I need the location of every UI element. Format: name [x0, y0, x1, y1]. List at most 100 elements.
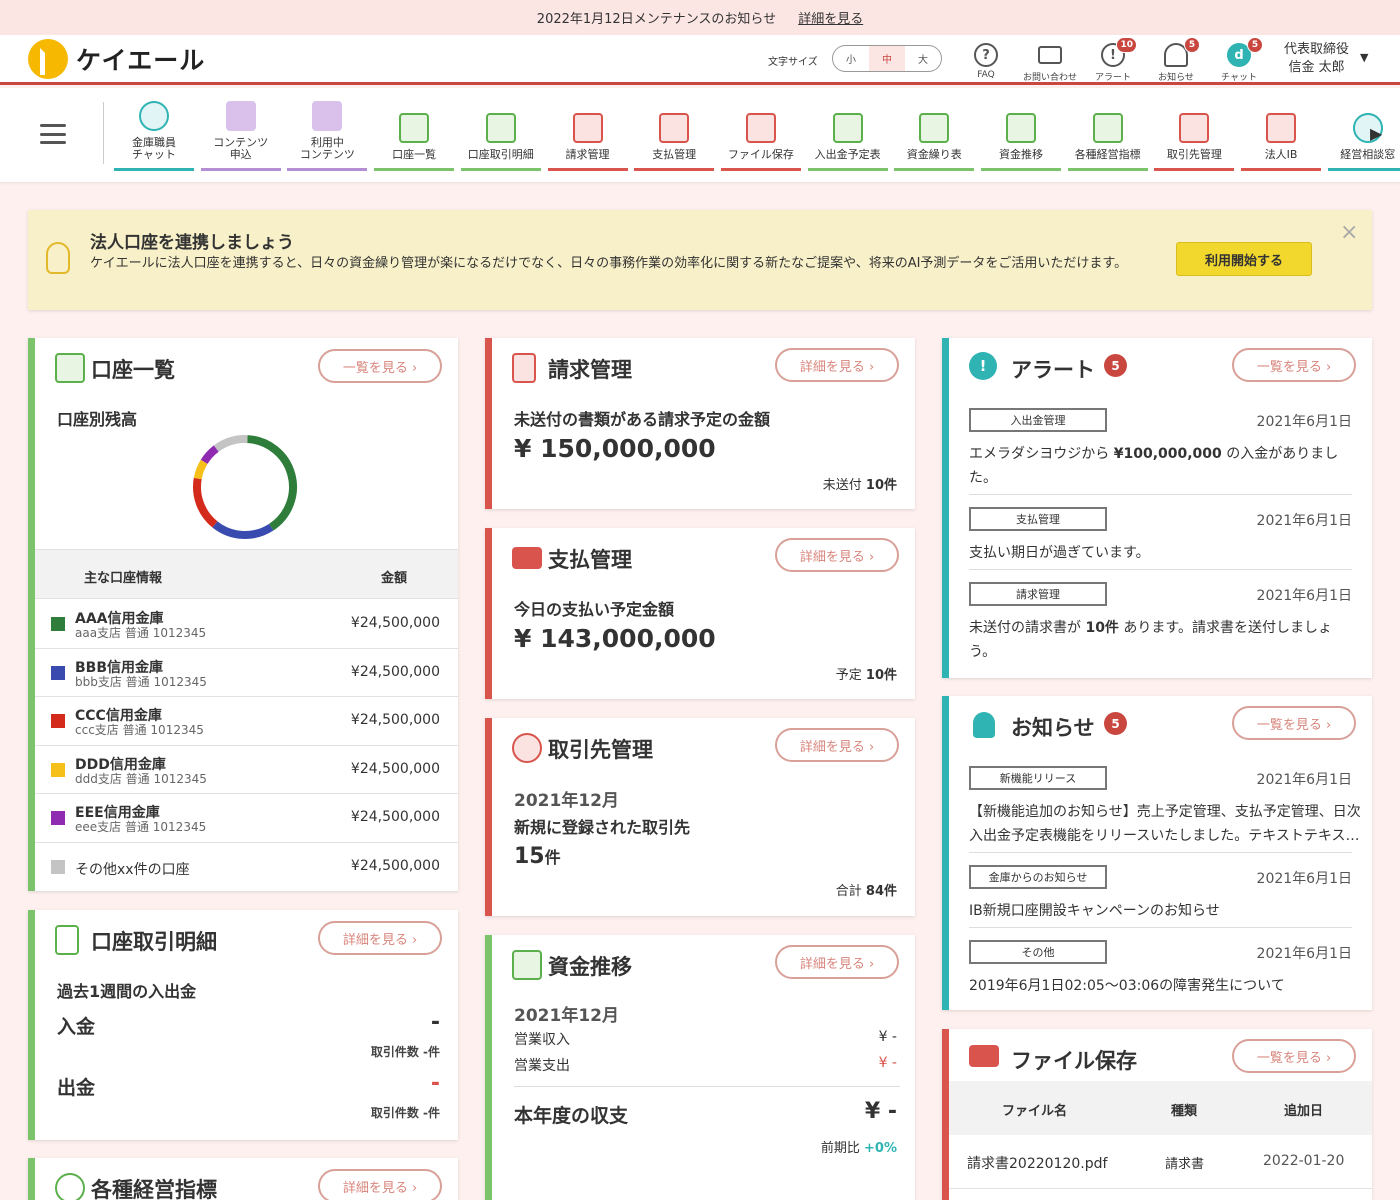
toolbar-item-12[interactable]: 取引先管理 [1154, 95, 1235, 171]
user-menu[interactable]: 代表取締役 信金 太郎 [1284, 41, 1349, 77]
toolbar-item-icon [399, 113, 430, 143]
news-tag: 新機能リリース [969, 766, 1107, 790]
legend-swatch [51, 762, 65, 777]
partners-card: 取引先管理 詳細を見る › 2021年12月 新規に登録された取引先 15件 合… [485, 718, 915, 916]
statement-subtitle: 過去1週間の入出金 [57, 982, 197, 1001]
chat-button[interactable]: d5 チャット [1213, 37, 1265, 83]
alert-message[interactable]: 支払い期日が過ぎています。 [969, 542, 1150, 562]
payment-detail-button[interactable]: 詳細を見る › [775, 538, 899, 572]
deposit-label: 入金 [57, 1016, 96, 1038]
font-size-medium[interactable]: 中 [869, 46, 905, 71]
toolbar-item-10[interactable]: 資金推移 [981, 95, 1061, 171]
logo-text: ケイエール [76, 46, 206, 75]
account-sub: ddd支店 普通 1012345 [75, 771, 207, 786]
legend-swatch [51, 714, 65, 729]
alert-date: 2021年6月1日 [1256, 588, 1352, 604]
toolbar-item-3[interactable]: 口座一覧 [374, 95, 455, 171]
start-button[interactable]: 利用開始する [1176, 242, 1312, 276]
donut-slice-4 [200, 445, 219, 465]
toolbar-item-icon [312, 101, 343, 131]
billing-card: 請求管理 詳細を見る › 未送付の書類がある請求予定の金額 ¥ 150,000,… [485, 338, 915, 509]
news-list-button[interactable]: 一覧を見る › [1232, 706, 1356, 740]
accounts-table-header: 主な口座情報 金額 [35, 549, 458, 599]
alert-message[interactable]: 未送付の請求書が 10件 あります。請求書を送付しましょ [969, 617, 1332, 637]
partners-icon [512, 733, 542, 763]
alerts-count-badge: 5 [1104, 354, 1127, 377]
chat-icon: d5 [1227, 37, 1263, 67]
toolbar-item-label: 取引先管理 [1166, 148, 1222, 161]
alert-tag: 請求管理 [969, 582, 1107, 606]
toolbar-item-icon [572, 113, 603, 143]
notice-detail-link[interactable]: 詳細を見る [798, 8, 863, 27]
toolbar-item-0[interactable]: 金庫職員 チャット [114, 95, 194, 171]
files-list-button[interactable]: 一覧を見る › [1232, 1039, 1356, 1073]
chevron-down-icon[interactable]: ▼ [1360, 51, 1368, 64]
news-message[interactable]: 2019年6月1日02:05〜03:06の障害発生について [969, 975, 1285, 995]
chevron-right-icon[interactable]: ▶ [1370, 124, 1382, 143]
partners-detail-button[interactable]: 詳細を見る › [775, 728, 899, 762]
billing-title: 請求管理 [548, 358, 632, 382]
toolbar-item-2[interactable]: 利用中 コンテンツ [287, 95, 368, 171]
font-size-small[interactable]: 小 [833, 46, 869, 71]
toolbar-item-label: 各種経営指標 [1074, 148, 1141, 161]
toolbar-item-4[interactable]: 口座取引明細 [460, 95, 541, 171]
toolbar-item-11[interactable]: 各種経営指標 [1067, 95, 1148, 171]
account-row[interactable]: CCC信用金庫 ccc支店 普通 1012345 ¥24,500,000 [35, 697, 458, 746]
file-name[interactable]: 請求書20220120.pdf [967, 1153, 1107, 1173]
news-message[interactable]: 【新機能追加のお知らせ】売上予定管理、支払予定管理、日次 [969, 801, 1361, 821]
account-row[interactable]: DDD信用金庫 ddd支店 普通 1012345 ¥24,500,000 [35, 746, 458, 795]
toolbar-item-8[interactable]: 入出金予定表 [807, 95, 888, 171]
account-sub: bbb支店 普通 1012345 [75, 674, 207, 689]
alert-date: 2021年6月1日 [1256, 513, 1352, 529]
safe-icon [55, 353, 85, 383]
contact-button[interactable]: お問い合わせ [1020, 41, 1080, 83]
file-row[interactable]: 請求書20220120.pdf 請求書 2022-01-20 [949, 1135, 1372, 1189]
toolbar-item-5[interactable]: 請求管理 [547, 95, 628, 171]
toolbar-item-1[interactable]: コンテンツ 申込 [200, 95, 281, 171]
toolbar-item-9[interactable]: 資金繰り表 [894, 95, 975, 171]
faq-button[interactable]: ? FAQ [960, 41, 1012, 80]
toolbar: 金庫職員 チャット コンテンツ 申込 利用中 コンテンツ 口座一覧 口座取引明細 請求管理… [0, 88, 1400, 182]
folder-icon [969, 1045, 999, 1067]
toolbar-item-label: 資金繰り表 [906, 148, 962, 161]
question-icon: ? [974, 43, 998, 67]
toolbar-item-6[interactable]: 支払管理 [634, 95, 715, 171]
account-row[interactable]: その他xx件の口座 ¥24,500,000 [35, 843, 458, 892]
toolbar-item-7[interactable]: ファイル保存 [720, 95, 801, 171]
indicators-detail-button[interactable]: 詳細を見る › [318, 1169, 442, 1200]
toolbar-item-13[interactable]: 法人IB [1241, 95, 1322, 171]
file-type: 請求書 [1165, 1157, 1205, 1172]
toolbar-item-icon [1006, 113, 1036, 143]
account-sub: ccc支店 普通 1012345 [75, 723, 204, 738]
menu-icon[interactable] [40, 124, 66, 144]
funds-detail-button[interactable]: 詳細を見る › [775, 945, 899, 979]
close-icon[interactable]: × [1340, 220, 1358, 245]
accounts-list-button[interactable]: 一覧を見る › [318, 349, 442, 383]
news-button[interactable]: 5 お知らせ [1150, 37, 1202, 83]
account-row[interactable]: EEE信用金庫 eee支店 普通 1012345 ¥24,500,000 [35, 794, 458, 843]
payment-footer: 予定 10件 [836, 664, 897, 683]
alert-label: アラート [1094, 73, 1131, 83]
logo[interactable]: ケイエール [28, 39, 205, 79]
alerts-list-button[interactable]: 一覧を見る › [1232, 348, 1356, 382]
col-file-name: ファイル名 [1002, 1104, 1068, 1119]
toolbar-item-14[interactable]: 経営相談窓 [1327, 95, 1400, 171]
toolbar-item-icon [745, 113, 776, 143]
accounts-title: 口座一覧 [91, 358, 175, 382]
news-message[interactable]: IB新規口座開設キャンペーンのお知らせ [969, 900, 1220, 920]
withdrawal-value: - [430, 1071, 440, 1096]
font-size-large[interactable]: 大 [905, 46, 941, 71]
payment-title: 支払管理 [548, 548, 632, 572]
alert-button[interactable]: ! 10 アラート [1087, 37, 1139, 83]
alert-message[interactable]: エメラダシヨウジから ¥100,000,000 の入金がありまし [969, 443, 1338, 463]
bar-chart-icon [512, 950, 542, 980]
billing-detail-button[interactable]: 詳細を見る › [775, 348, 899, 382]
toolbar-item-icon [659, 113, 690, 143]
account-row[interactable]: AAA信用金庫 aaa支店 普通 1012345 ¥24,500,000 [35, 600, 458, 649]
statement-detail-button[interactable]: 詳細を見る › [318, 921, 442, 955]
user-title: 代表取締役 [1284, 42, 1350, 57]
account-amount: ¥24,500,000 [350, 858, 440, 874]
account-row[interactable]: BBB信用金庫 bbb支店 普通 1012345 ¥24,500,000 [35, 649, 458, 698]
news-date: 2021年6月1日 [1256, 946, 1352, 962]
toolbar-item-icon [139, 101, 169, 131]
